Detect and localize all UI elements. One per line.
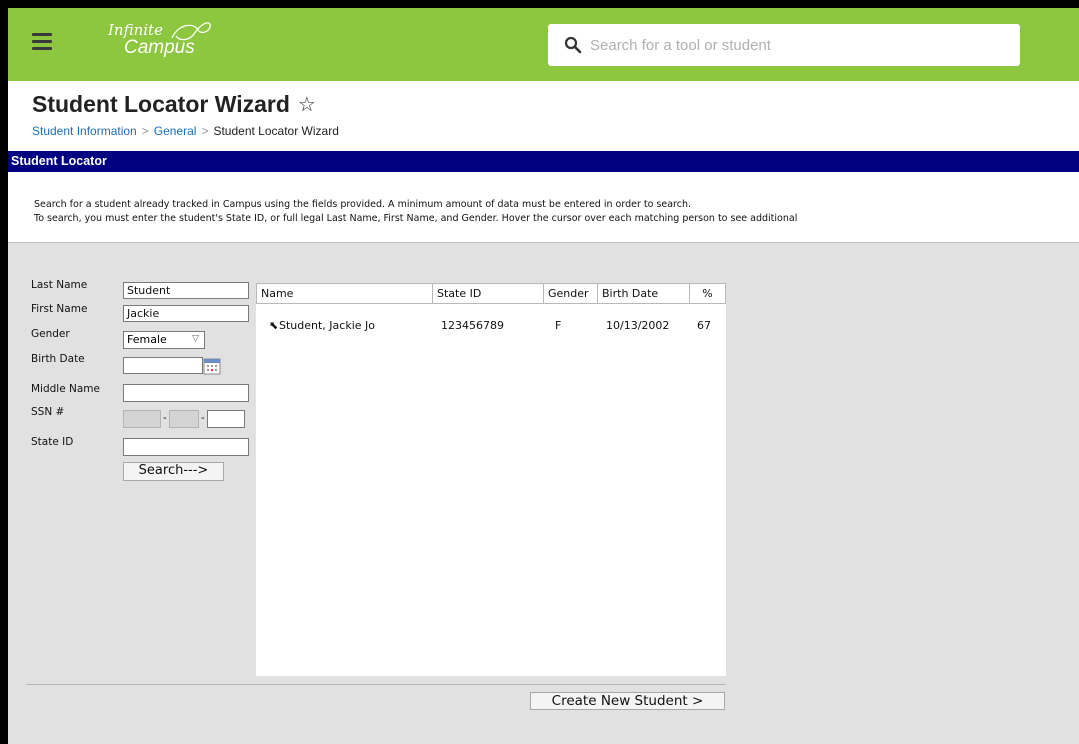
instructions-line-1: Search for a student already tracked in … (34, 199, 692, 210)
row-arrow-icon: ⬉ (269, 319, 279, 332)
instructions-line-2: To search, you must enter the student's … (34, 213, 798, 224)
favorite-star-icon[interactable]: ☆ (298, 92, 316, 117)
section-header: Student Locator (8, 151, 1079, 172)
column-header-birth-date[interactable]: Birth Date (598, 283, 690, 304)
breadcrumb-student-information[interactable]: Student Information (32, 124, 137, 138)
column-header-state-id[interactable]: State ID (433, 283, 544, 304)
column-header-percent[interactable]: % (690, 283, 726, 304)
ssn-part-3-input[interactable] (207, 410, 245, 428)
first-name-label: First Name (31, 303, 88, 315)
infinite-campus-logo[interactable]: Infinite Campus (108, 22, 211, 58)
search-input[interactable] (590, 36, 990, 54)
chevron-down-icon: ▽ (192, 334, 199, 344)
search-icon (564, 36, 582, 54)
breadcrumb-separator: > (141, 124, 149, 138)
ssn-dash: - (163, 412, 167, 424)
ssn-part-1-input (123, 410, 161, 428)
middle-name-input[interactable] (123, 384, 249, 402)
logo-swoosh-icon (171, 22, 211, 41)
create-new-student-button[interactable]: Create New Student > (530, 692, 725, 710)
column-header-name[interactable]: Name (256, 283, 433, 304)
state-id-input[interactable] (123, 438, 249, 456)
first-name-input[interactable]: Jackie (123, 305, 249, 322)
birth-date-input[interactable] (123, 357, 203, 374)
breadcrumb: Student Information > General > Student Loca… (32, 124, 339, 138)
middle-name-label: Middle Name (31, 383, 100, 395)
results-table: Name State ID Gender Birth Date % ⬉ Stud… (256, 283, 726, 676)
ssn-label: SSN # (31, 406, 65, 418)
gender-select[interactable]: Female ▽ (123, 331, 205, 349)
global-search[interactable] (548, 24, 1020, 66)
cell-percent: 67 (697, 319, 711, 332)
search-button[interactable]: Search---> (123, 462, 224, 481)
last-name-input[interactable]: Student (123, 282, 249, 299)
ssn-dash: - (201, 412, 205, 424)
breadcrumb-current: Student Locator Wizard (213, 124, 339, 138)
page-title-text: Student Locator Wizard (32, 91, 290, 117)
cell-name[interactable]: Student, Jackie Jo (279, 319, 375, 332)
gender-label: Gender (31, 328, 70, 340)
breadcrumb-general[interactable]: General (154, 124, 197, 138)
state-id-label: State ID (31, 436, 74, 448)
last-name-label: Last Name (31, 279, 88, 291)
cell-gender: F (555, 319, 562, 332)
top-bar: Infinite Campus (8, 8, 1079, 81)
cell-birth-date: 10/13/2002 (606, 319, 670, 332)
birth-date-label: Birth Date (31, 353, 85, 365)
calendar-icon[interactable] (203, 357, 221, 375)
menu-icon[interactable] (32, 33, 52, 50)
gender-select-value: Female (127, 333, 167, 346)
cell-state-id: 123456789 (441, 319, 504, 332)
column-header-gender[interactable]: Gender (544, 283, 598, 304)
page-title: Student Locator Wizard ☆ (32, 91, 316, 118)
app-window: Infinite Campus Student Locator Wizard ☆… (8, 8, 1079, 744)
ssn-part-2-input (169, 410, 199, 428)
instructions: Search for a student already tracked in … (34, 198, 797, 226)
footer-divider (26, 684, 726, 685)
breadcrumb-separator: > (201, 124, 209, 138)
